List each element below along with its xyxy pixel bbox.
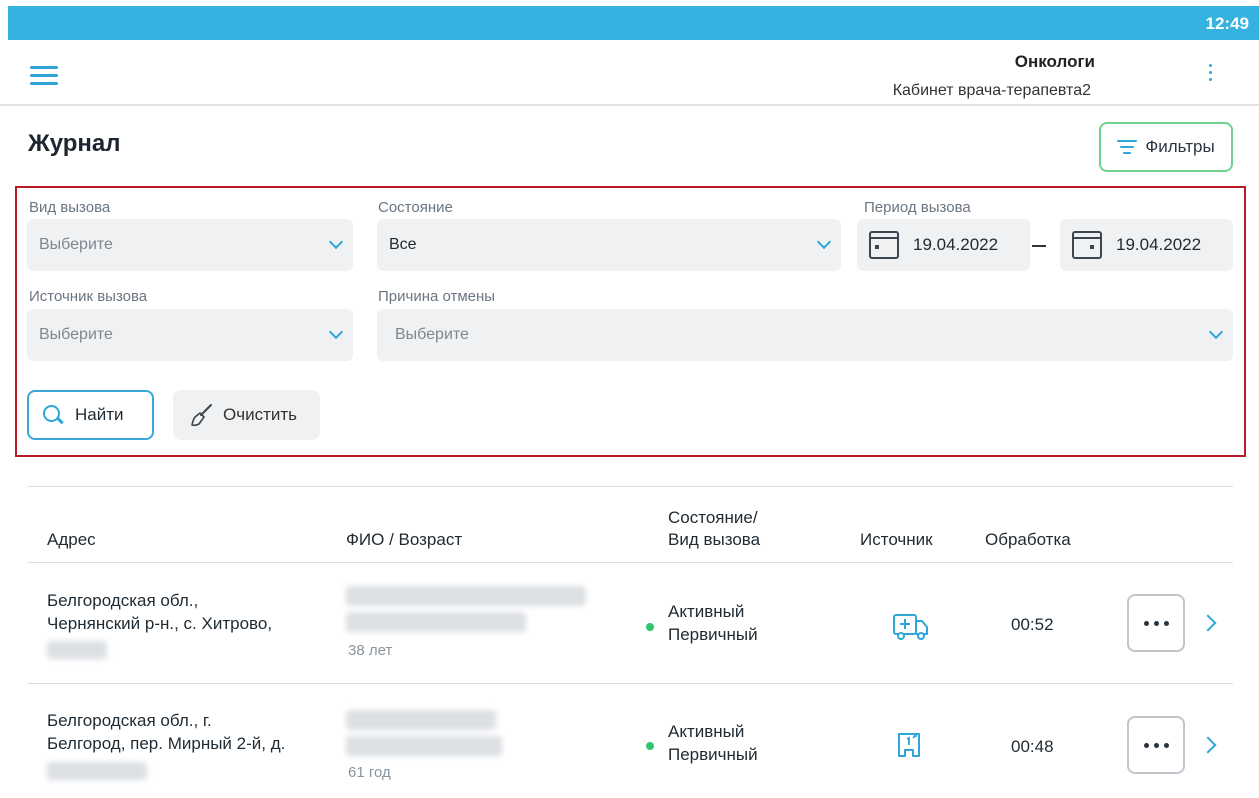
row-address-line1: Белгородская обл.,: [47, 591, 199, 610]
chevron-down-icon: [1208, 324, 1224, 340]
state-value: Все: [389, 236, 417, 253]
phone-call-icon: [898, 733, 920, 757]
row-address-line2: Белгород, пер. Мирный 2-й, д.: [47, 734, 286, 753]
ambulance-icon: [893, 614, 928, 640]
clear-button-label: Очистить: [223, 405, 298, 424]
chevron-right-icon[interactable]: [1199, 614, 1217, 632]
clock: 12:49: [1205, 14, 1249, 33]
find-button-label: Найти: [75, 405, 124, 424]
cancel-reason-label: Причина отмены: [378, 288, 496, 305]
row-processing-time: 00:48: [1011, 737, 1054, 756]
column-header-source: Источник: [860, 530, 933, 549]
row-address-line1: Белгородская обл., г.: [47, 711, 212, 730]
period-separator: [1032, 245, 1046, 247]
row-age: 38 лет: [348, 642, 393, 659]
column-header-processing: Обработка: [985, 530, 1071, 549]
source-select[interactable]: Выберите: [27, 309, 353, 361]
period-to-value: 19.04.2022: [1116, 235, 1202, 254]
state-label: Состояние: [378, 199, 453, 216]
row-state: Активный: [668, 722, 745, 741]
row-actions-button[interactable]: [1127, 594, 1185, 652]
cabinet-name: Кабинет врача-терапевта2: [892, 82, 1091, 99]
status-dot: [646, 623, 654, 631]
redacted-name: [346, 586, 586, 606]
organization-title: Онкологи: [1014, 52, 1095, 71]
filter-icon: [1117, 140, 1138, 154]
period-from-value: 19.04.2022: [913, 235, 999, 254]
row-divider: [28, 683, 1233, 684]
clear-button[interactable]: Очистить: [173, 390, 320, 440]
chevron-down-icon: [816, 234, 832, 250]
more-vertical-icon[interactable]: [1200, 64, 1220, 88]
cancel-reason-value: Выберите: [395, 326, 469, 343]
column-header-state-line2: Вид вызова: [668, 530, 761, 549]
page-title: Журнал: [28, 130, 121, 157]
column-header-address: Адрес: [47, 530, 96, 549]
call-type-label: Вид вызова: [29, 199, 111, 216]
redacted-name: [346, 710, 496, 730]
chevron-down-icon: [328, 324, 344, 340]
table-top-divider: [28, 486, 1233, 487]
column-header-fio: ФИО / Возраст: [346, 530, 463, 549]
app-bar: Онкологи Кабинет врача-терапевта2: [0, 40, 1259, 106]
row-actions-button[interactable]: [1127, 716, 1185, 774]
redacted-address: [47, 641, 107, 659]
calendar-icon: [869, 231, 899, 259]
row-call-type: Первичный: [668, 625, 758, 644]
row-processing-time: 00:52: [1011, 615, 1054, 634]
status-dot: [646, 742, 654, 750]
row-address-line2: Чернянский р-н., с. Хитрово,: [47, 614, 273, 633]
column-header-state-line1: Состояние/: [668, 508, 758, 527]
period-label: Период вызова: [864, 199, 971, 216]
row-state: Активный: [668, 602, 745, 621]
status-bar: 12:49: [8, 6, 1259, 40]
find-button[interactable]: Найти: [27, 390, 154, 440]
calendar-icon: [1072, 231, 1102, 259]
row-age: 61 год: [348, 764, 391, 781]
chevron-right-icon[interactable]: [1199, 736, 1217, 754]
source-value: Выберите: [39, 326, 113, 343]
redacted-address: [47, 762, 147, 780]
cancel-reason-select[interactable]: Выберите: [377, 309, 1233, 361]
redacted-name: [346, 736, 502, 756]
row-call-type: Первичный: [668, 745, 758, 764]
period-to-field[interactable]: 19.04.2022: [1060, 219, 1233, 271]
filters-button[interactable]: Фильтры: [1099, 122, 1233, 172]
broom-icon: [191, 404, 212, 427]
filters-button-label: Фильтры: [1145, 137, 1215, 156]
hamburger-menu-icon[interactable]: [30, 66, 58, 86]
source-label: Источник вызова: [29, 288, 148, 305]
call-type-select[interactable]: Выберите: [27, 219, 353, 271]
call-type-value: Выберите: [39, 236, 113, 253]
chevron-down-icon: [328, 234, 344, 250]
redacted-name: [346, 612, 526, 632]
search-icon: [43, 405, 63, 425]
state-select[interactable]: Все: [377, 219, 841, 271]
period-from-field[interactable]: 19.04.2022: [857, 219, 1030, 271]
header-divider: [28, 562, 1233, 563]
